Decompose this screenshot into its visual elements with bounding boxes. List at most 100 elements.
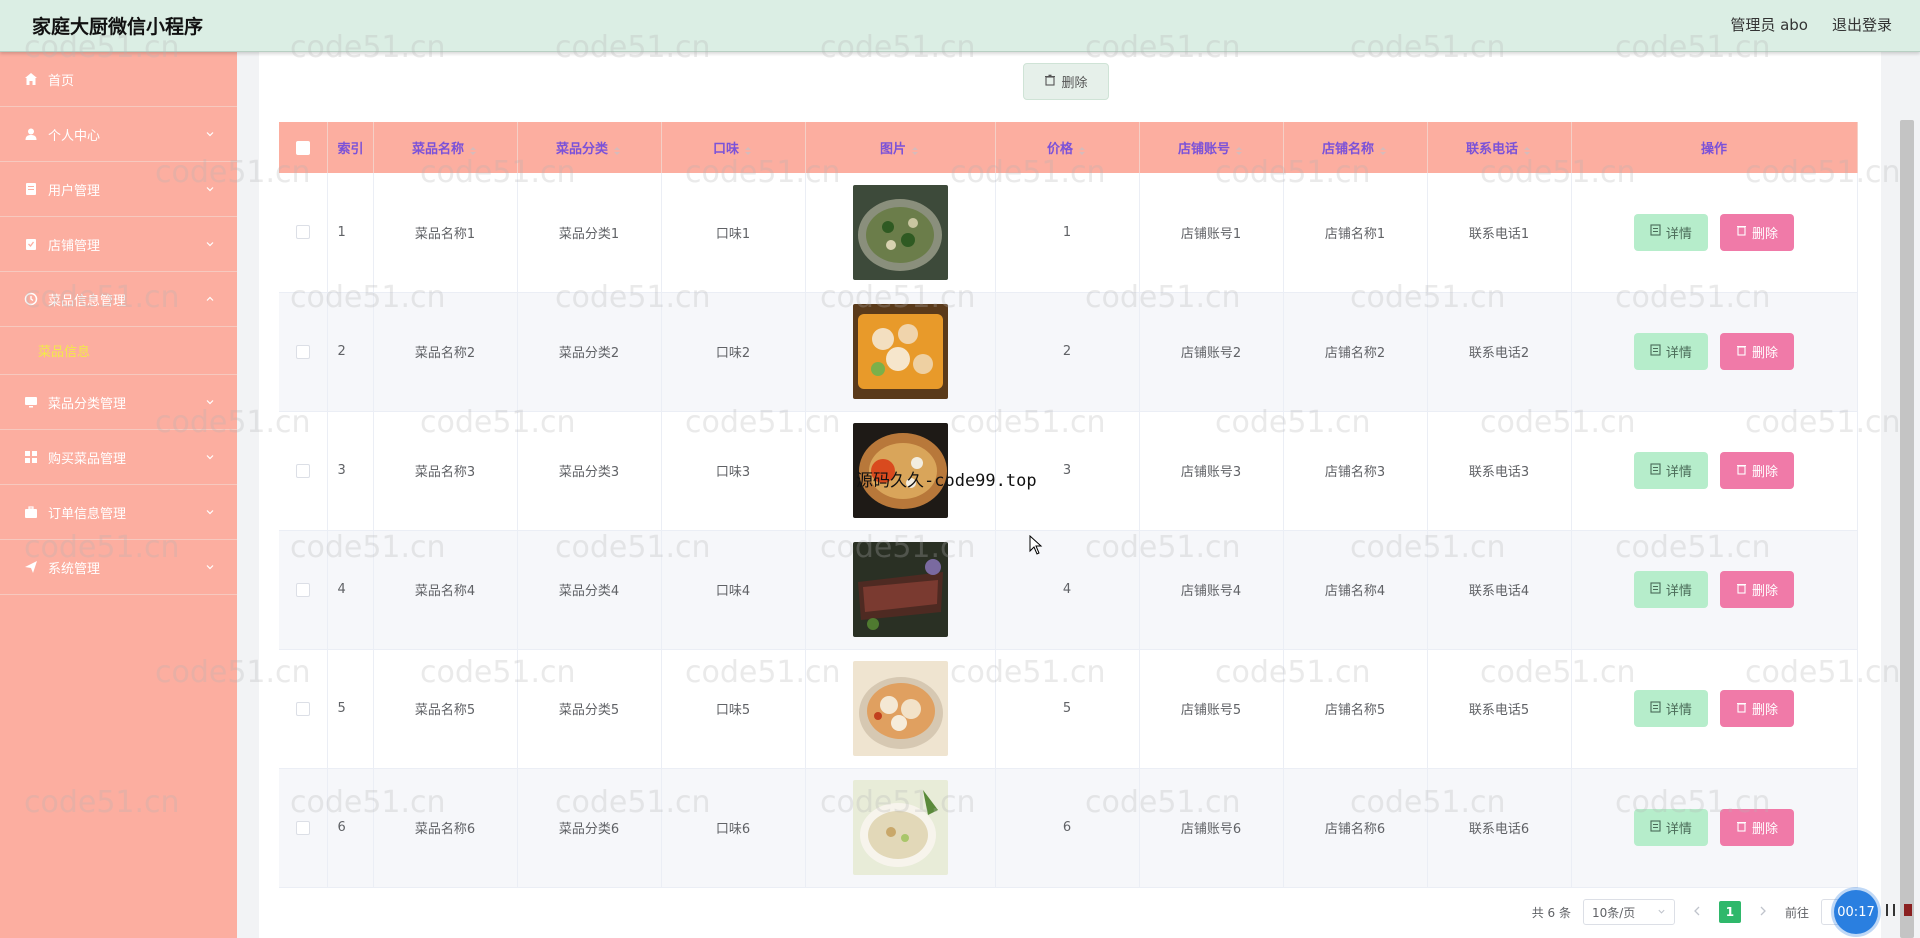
cell-actions: 详情 删除 (1571, 173, 1858, 292)
sidebar-item-purchase-management[interactable]: 购买菜品管理 (0, 430, 237, 485)
page-number-current[interactable]: 1 (1718, 901, 1741, 923)
detail-button[interactable]: 详情 (1633, 809, 1708, 846)
goto-label: 前往 (1784, 905, 1809, 920)
trash-icon (1736, 463, 1747, 479)
sidebar-item-home[interactable]: 首页 (0, 52, 237, 107)
row-checkbox[interactable] (295, 463, 310, 478)
cell-shop-account: 店铺账号1 (1139, 173, 1284, 292)
delete-button[interactable]: 删除 (1720, 333, 1795, 370)
header-image[interactable]: 图片 (805, 122, 996, 173)
delete-button[interactable]: 删除 (1720, 809, 1795, 846)
delete-button[interactable]: 删除 (1720, 571, 1795, 608)
page-size-select[interactable]: 10条/页 (1582, 899, 1675, 925)
sidebar-item-dish-category-management[interactable]: 菜品分类管理 (0, 375, 237, 430)
screen-recorder-timer[interactable]: 00:17 (1834, 890, 1878, 934)
cell-price: 4 (995, 530, 1140, 649)
dish-image[interactable] (852, 661, 948, 756)
header-phone[interactable]: 联系电话 (1427, 122, 1572, 173)
row-checkbox[interactable] (295, 582, 310, 597)
cell-index: 6 (327, 768, 374, 887)
cell-dish-category: 菜品分类1 (517, 173, 662, 292)
sidebar-item-personal-center[interactable]: 个人中心 (0, 107, 237, 162)
cell-dish-name: 菜品名称2 (373, 292, 518, 411)
row-checkbox[interactable] (295, 344, 310, 359)
header-label: 店铺名称 (1321, 142, 1374, 157)
cell-dish-name: 菜品名称4 (373, 530, 518, 649)
next-page-button[interactable] (1753, 905, 1773, 919)
header-dish-name[interactable]: 菜品名称 (373, 122, 518, 173)
chevron-down-icon (1657, 905, 1666, 919)
dish-image[interactable] (852, 304, 948, 399)
header-price[interactable]: 价格 (995, 122, 1140, 173)
chevron-down-icon (203, 127, 217, 141)
sort-icon[interactable] (743, 145, 753, 155)
cell-shop-name: 店铺名称4 (1283, 530, 1428, 649)
chevron-down-icon (203, 450, 217, 464)
detail-button[interactable]: 详情 (1633, 213, 1708, 251)
detail-label: 详情 (1665, 822, 1692, 837)
cell-dish-category: 菜品分类5 (517, 649, 662, 768)
dish-image[interactable] (852, 542, 948, 637)
logout-link[interactable]: 退出登录 (1832, 14, 1892, 35)
sort-icon[interactable] (1378, 145, 1388, 155)
header-taste[interactable]: 口味 (661, 122, 806, 173)
mouse-cursor-icon (1029, 534, 1043, 559)
header-shop-account[interactable]: 店铺账号 (1139, 122, 1284, 173)
cell-dish-name: 菜品名称1 (373, 173, 518, 292)
header-shop-name[interactable]: 店铺名称 (1283, 122, 1428, 173)
dish-image[interactable] (852, 780, 948, 875)
recorder-controls-icon[interactable] (1884, 902, 1914, 922)
dish-table: 索引 菜品名称 菜品分类 口味 图片 价格 店铺账号 店铺名称 联系电话 操作 … (279, 122, 1858, 888)
cell-shop-name: 店铺名称2 (1283, 292, 1428, 411)
cell-price: 6 (995, 768, 1140, 887)
sidebar-item-label: 购买菜品管理 (48, 451, 127, 467)
delete-button[interactable]: 删除 (1720, 452, 1795, 489)
sort-icon[interactable] (910, 145, 920, 155)
delete-button[interactable]: 删除 (1720, 213, 1795, 251)
cell-image (805, 292, 996, 411)
sidebar-item-label: 菜品信息管理 (48, 293, 127, 309)
chevron-down-icon (203, 505, 217, 519)
row-checkbox-cell (279, 173, 328, 292)
row-checkbox[interactable] (295, 820, 310, 835)
sidebar-item-dish-info-management[interactable]: 菜品信息管理 (0, 272, 237, 327)
row-checkbox[interactable] (295, 225, 310, 240)
sort-icon[interactable] (1077, 145, 1087, 155)
detail-button[interactable]: 详情 (1633, 690, 1708, 727)
sidebar-item-order-management[interactable]: 订单信息管理 (0, 485, 237, 540)
detail-label: 详情 (1665, 703, 1692, 718)
batch-delete-button[interactable]: 删除 (1023, 63, 1109, 100)
detail-button[interactable]: 详情 (1633, 571, 1708, 608)
cell-index: 4 (327, 530, 374, 649)
select-all-checkbox[interactable] (279, 122, 328, 173)
header-dish-category[interactable]: 菜品分类 (517, 122, 662, 173)
sidebar-subitem-dish-info[interactable]: 菜品信息 (0, 327, 237, 375)
sidebar-item-user-management[interactable]: 用户管理 (0, 162, 237, 217)
sidebar-item-label: 订单信息管理 (48, 506, 127, 522)
row-checkbox-cell (279, 530, 328, 649)
sidebar-item-shop-management[interactable]: 店铺管理 (0, 217, 237, 272)
detail-label: 详情 (1665, 584, 1692, 599)
delete-button[interactable]: 删除 (1720, 690, 1795, 727)
trash-icon (1736, 224, 1747, 240)
row-checkbox[interactable] (295, 701, 310, 716)
cell-price: 1 (995, 173, 1140, 292)
header-label: 价格 (1046, 142, 1073, 157)
sort-icon[interactable] (1522, 145, 1532, 155)
detail-button[interactable]: 详情 (1633, 333, 1708, 370)
prev-page-button[interactable] (1687, 905, 1707, 919)
dish-image[interactable] (852, 184, 948, 280)
sort-icon[interactable] (1234, 145, 1244, 155)
cell-phone: 联系电话5 (1427, 649, 1572, 768)
sort-icon[interactable] (468, 145, 478, 155)
cell-shop-name: 店铺名称3 (1283, 411, 1428, 530)
sort-icon[interactable] (612, 145, 622, 155)
detail-label: 详情 (1665, 226, 1692, 242)
cell-shop-name: 店铺名称1 (1283, 173, 1428, 292)
checkbox[interactable] (295, 140, 310, 155)
cell-actions: 详情 删除 (1571, 530, 1858, 649)
sidebar-item-system-management[interactable]: 系统管理 (0, 540, 237, 595)
row-checkbox-cell (279, 411, 328, 530)
vertical-scrollbar[interactable] (1900, 120, 1914, 938)
detail-button[interactable]: 详情 (1633, 452, 1708, 489)
